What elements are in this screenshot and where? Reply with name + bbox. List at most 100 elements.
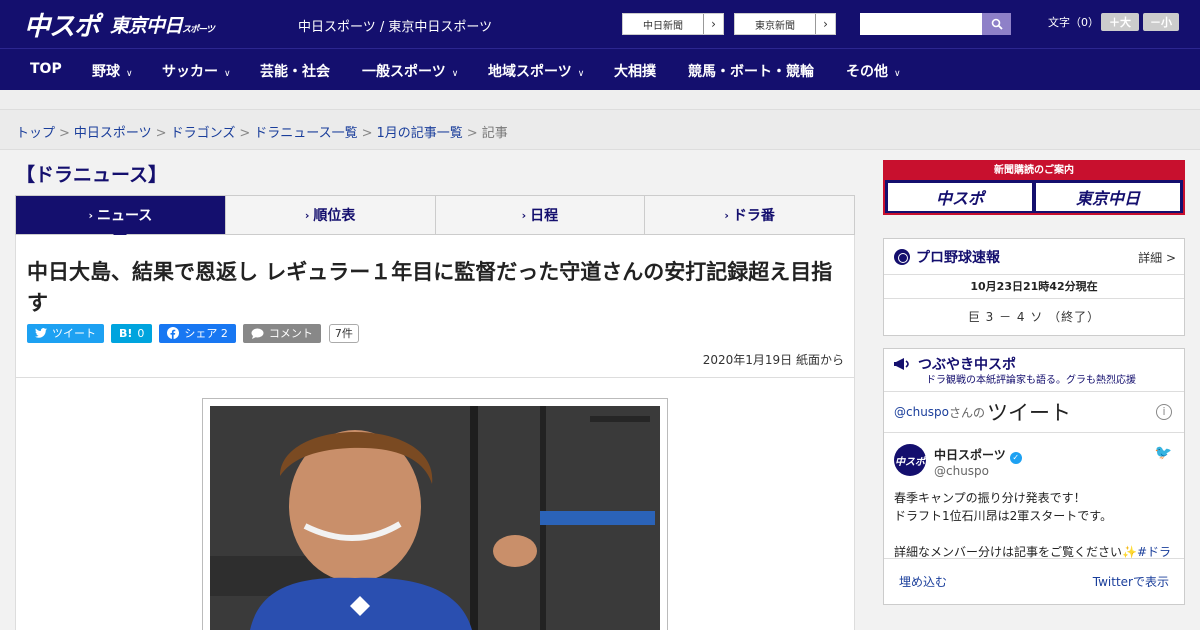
hatena-count: 0 — [137, 326, 145, 340]
tweets-header: @chuspo さんの ツイート i — [884, 391, 1184, 433]
nav-label: サッカー — [162, 64, 218, 80]
article-date: 2020年1月19日 紙面から — [702, 353, 844, 367]
tweet-text: 春季キャンプの振り分け発表です！ ドラフト1位石川昂は2軍スタートです。 詳細な… — [894, 489, 1176, 558]
logo-small-text: スポーツ — [182, 25, 215, 35]
tweet-line — [894, 525, 1176, 543]
tab-schedule[interactable]: › 日程 — [434, 196, 645, 234]
chevron-right-icon: › — [304, 208, 310, 222]
tab-label: ニュース — [96, 208, 153, 224]
chevron-down-icon: ∨ — [224, 69, 231, 79]
facebook-count: 2 — [220, 326, 228, 340]
info-icon[interactable]: i — [1156, 404, 1172, 420]
site-name: 中日スポーツ / 東京中日スポーツ — [298, 20, 493, 35]
nav-label: 地域スポーツ — [488, 64, 572, 80]
twitter-icon — [35, 328, 47, 338]
tokyo-chunichi-logo[interactable]: 東京中日スポーツ — [110, 11, 215, 38]
breadcrumb-link[interactable]: 1月の記事一覧 — [377, 126, 463, 141]
tab-label: 日程 — [530, 208, 559, 224]
comment-button[interactable]: コメント — [242, 323, 321, 343]
baseball-icon — [894, 248, 910, 265]
avatar[interactable]: 中スポ — [894, 444, 926, 476]
nav-item-general-sports[interactable]: 一般スポーツ ∨ — [362, 61, 458, 81]
tokyo-shimbun-link[interactable]: 東京新聞 › — [734, 13, 836, 35]
article-photo[interactable] — [210, 406, 660, 630]
tweet-line: 春季キャンプの振り分け発表です！ — [894, 491, 1086, 505]
comment-icon — [251, 328, 264, 339]
chevron-right-icon: › — [703, 14, 723, 34]
breadcrumb-link[interactable]: ドラニュース一覧 — [254, 126, 357, 141]
chevron-right-icon: › — [815, 14, 835, 34]
tweet-line: ドラフト1位石川昂は2軍スタートです。 — [894, 509, 1113, 523]
chunichi-shimbun-link[interactable]: 中日新聞 › — [622, 13, 724, 35]
chevron-down-icon: ∨ — [894, 69, 901, 79]
tweet-button[interactable]: ツイート — [27, 323, 104, 343]
nav-item-top[interactable]: TOP — [30, 61, 62, 77]
megaphone-icon — [894, 358, 909, 370]
font-smaller-button[interactable]: －小 — [1143, 13, 1179, 31]
breadcrumb-link[interactable]: 中日スポーツ — [74, 126, 152, 141]
nav-label: 競馬・ボート・競輪 — [688, 64, 814, 80]
top-bar: 中スポ 東京中日スポーツ 中日スポーツ / 東京中日スポーツ 中日新聞 › 東京… — [0, 0, 1200, 48]
nav-item-racing[interactable]: 競馬・ボート・競輪 — [688, 61, 814, 81]
tweet-item[interactable]: 中スポ 中日スポーツ ✓ @chuspo 🐦 春季キャンプの振り分け発表です！ ド… — [884, 433, 1184, 558]
handle-suffix: さんの — [949, 405, 986, 420]
nav-item-sumo[interactable]: 大相撲 — [614, 61, 656, 81]
nav-item-soccer[interactable]: サッカー ∨ — [162, 61, 231, 81]
chevron-right-icon: › — [724, 208, 729, 222]
chevron-down-icon: ∨ — [126, 69, 133, 79]
embed-link[interactable]: 埋め込む — [899, 573, 947, 590]
breadcrumb-separator: > — [59, 126, 70, 141]
tab-dora-ban[interactable]: › ドラ番 — [644, 196, 854, 234]
twitter-handle-link[interactable]: @chuspo — [894, 405, 949, 419]
nav-label: 芸能・社会 — [260, 64, 330, 80]
scores-title: プロ野球速報 — [916, 249, 1000, 266]
chuspo-logo[interactable]: 中スポ — [24, 6, 100, 43]
font-larger-button[interactable]: ＋大 — [1101, 13, 1139, 31]
hashtag-link[interactable]: ✨#ドラ — [1122, 545, 1171, 558]
breadcrumb-separator: > — [239, 126, 251, 141]
tweet-author-name: 中日スポーツ — [934, 448, 1006, 462]
breadcrumb-link[interactable]: ドラゴンズ — [171, 126, 236, 141]
tab-label: 順位表 — [313, 208, 356, 224]
breadcrumb-link[interactable]: トップ — [16, 126, 55, 141]
breadcrumb-separator: > — [155, 126, 167, 141]
breadcrumb-separator: > — [466, 126, 478, 141]
tab-label: ドラ番 — [732, 208, 775, 224]
hatena-icon: B! — [119, 326, 133, 340]
font-size-label: 文字（0） — [1048, 16, 1099, 29]
tweet-author[interactable]: 中日スポーツ ✓ — [934, 446, 1022, 464]
nav-item-other[interactable]: その他 ∨ — [846, 61, 901, 81]
search-input[interactable] — [860, 13, 982, 35]
tab-news[interactable]: › ニュース — [16, 196, 225, 241]
subscription-banner[interactable]: 新聞購読のご案内 中スポ 東京中日 — [883, 160, 1185, 215]
ext-link-label: 中日新聞 — [643, 20, 683, 32]
pro-baseball-scores: プロ野球速報 詳細 > 10月23日21時42分現在 巨 3 － 4 ソ （終了… — [883, 238, 1185, 336]
hatena-bookmark-button[interactable]: B! 0 — [111, 323, 153, 343]
section-title: 【ドラニュース】 — [16, 164, 168, 186]
tweet-username[interactable]: @chuspo — [934, 464, 989, 478]
nav-item-baseball[interactable]: 野球 ∨ — [92, 61, 133, 81]
facebook-share-button[interactable]: シェア 2 — [159, 323, 236, 343]
nav-item-entertainment[interactable]: 芸能・社会 — [260, 61, 330, 81]
tweet-label: ツイート — [52, 327, 96, 340]
chevron-down-icon: ∨ — [451, 69, 459, 79]
view-on-twitter-link[interactable]: Twitterで表示 — [1093, 573, 1169, 590]
scores-detail-link[interactable]: 詳細 > — [1138, 249, 1176, 266]
tweets-label: ツイート — [987, 401, 1072, 425]
comment-count: 7件 — [328, 323, 359, 343]
verified-icon: ✓ — [1009, 452, 1022, 464]
twitter-bird-icon[interactable]: 🐦 — [1155, 445, 1172, 461]
subscription-heading: 新聞購読のご案内 — [885, 162, 1183, 180]
tweet-line: 詳細なメンバー分けは記事をご覧ください✨#ドラ — [894, 543, 1176, 558]
nav-item-local-sports[interactable]: 地域スポーツ ∨ — [488, 61, 584, 81]
comment-label: コメント — [268, 327, 313, 340]
tweets-title: つぶやき中スポ — [918, 357, 1016, 373]
subscription-chuspo-logo[interactable]: 中スポ — [888, 183, 1032, 211]
search-button[interactable] — [982, 13, 1011, 35]
nav-label: 野球 — [92, 64, 120, 80]
subscription-tokyo-chunichi-logo[interactable]: 東京中日 — [1036, 183, 1180, 211]
article-photo-frame — [202, 398, 668, 630]
chevron-right-icon: › — [521, 208, 527, 222]
game-score[interactable]: 巨 3 － 4 ソ （終了） — [884, 299, 1184, 335]
tab-standings[interactable]: › 順位表 — [224, 196, 435, 234]
